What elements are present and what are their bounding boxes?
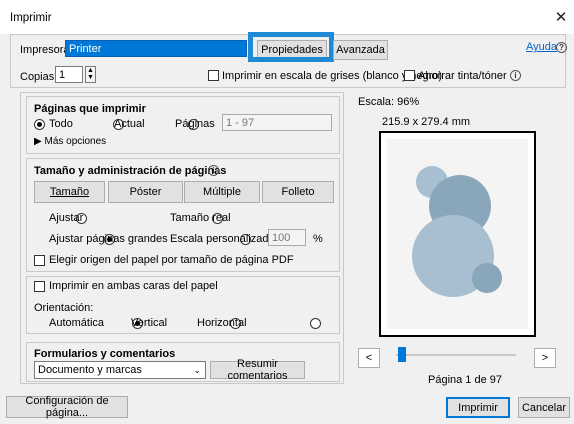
tab-multiple[interactable]: Múltiple [184,181,260,203]
shrink-large-label: Ajustar páginas grandes [49,233,168,245]
both-sides-checkbox[interactable] [34,281,45,292]
help-link[interactable]: Ayuda [526,41,557,53]
paper-source-checkbox[interactable] [34,255,45,266]
summarize-comments-button[interactable]: Resumir comentarios [210,358,305,382]
copies-stepper[interactable]: ▲ ▼ [85,66,96,83]
page-range-label: Páginas [175,118,215,130]
window-title: Imprimir [10,12,52,24]
advanced-button[interactable]: Avanzada [333,40,388,60]
preview-circle-accent [472,263,502,293]
pages-heading: Páginas que imprimir [34,103,146,115]
close-icon[interactable]: ✕ [552,8,570,26]
custom-scale-value: 100 [272,231,291,244]
preview-image [387,139,528,329]
page-status: Página 1 de 97 [428,374,503,386]
percent-label: % [313,233,323,245]
forms-heading: Formularios y comentarios [34,348,176,360]
tab-booklet[interactable]: Folleto [262,181,334,203]
page-range-input[interactable]: 1 - 97 [222,114,332,131]
more-options-toggle[interactable]: ▶ Más opciones [34,136,106,147]
grayscale-checkbox[interactable] [208,70,219,81]
save-ink-label: Ahorrar tinta/tóner [418,70,507,82]
page-dimensions: 215.9 x 279.4 mm [382,116,471,128]
horizontal-radio[interactable] [309,318,321,329]
forms-select[interactable]: Documento y marcas ⌄ [34,361,206,379]
all-pages-label: Todo [49,118,73,130]
all-pages-radio[interactable] [34,119,45,130]
copies-input[interactable]: 1 [55,66,83,83]
next-page-button[interactable]: > [534,348,556,368]
fit-label: Ajustar [49,212,84,224]
copies-label: Copias: [20,71,58,83]
tab-size[interactable]: Tamaño [34,181,105,203]
preview-page [379,131,536,337]
both-sides-label: Imprimir en ambas caras del papel [49,280,218,292]
custom-scale-label: Escala personalizada: [170,233,278,245]
prev-page-button[interactable]: < [358,348,380,368]
cancel-button[interactable]: Cancelar [518,397,570,418]
title-bar [0,0,574,34]
page-range-value: 1 - 97 [226,116,255,129]
copies-value: 1 [59,68,66,81]
page-slider-thumb[interactable] [398,347,406,362]
current-page-label: Actual [114,118,145,130]
scale-label: Escala: 96% [358,96,420,108]
paper-source-label: Elegir origen del papel por tamaño de pá… [49,254,294,266]
actual-size-label: Tamaño real [170,212,231,224]
print-button[interactable]: Imprimir [446,397,510,418]
more-options-label: Más opciones [44,136,107,147]
help-icon[interactable]: ? [556,42,567,53]
forms-select-value: Documento y marcas [38,364,142,376]
highlight-box [248,32,334,62]
expand-triangle-icon: ▶ [34,136,42,147]
sizing-heading: Tamaño y administración de páginas [34,165,227,177]
printer-select[interactable]: Printer [65,40,247,57]
tab-poster[interactable]: Póster [108,181,183,203]
save-ink-checkbox[interactable] [404,70,415,81]
orientation-label: Orientación: [34,302,94,314]
custom-scale-input[interactable]: 100 [268,229,306,246]
info-icon[interactable]: i [510,70,521,81]
vertical-label: Vertical [131,317,168,329]
sizing-info-icon[interactable]: i [208,165,219,176]
printer-select-value: Printer [69,42,102,55]
page-slider-track[interactable] [396,354,516,356]
page-setup-button[interactable]: Configuración de página... [6,395,128,419]
horizontal-label: Horizontal [197,317,247,329]
auto-orientation-label: Automática [49,317,105,329]
chevron-down-icon: ⌄ [193,364,201,375]
